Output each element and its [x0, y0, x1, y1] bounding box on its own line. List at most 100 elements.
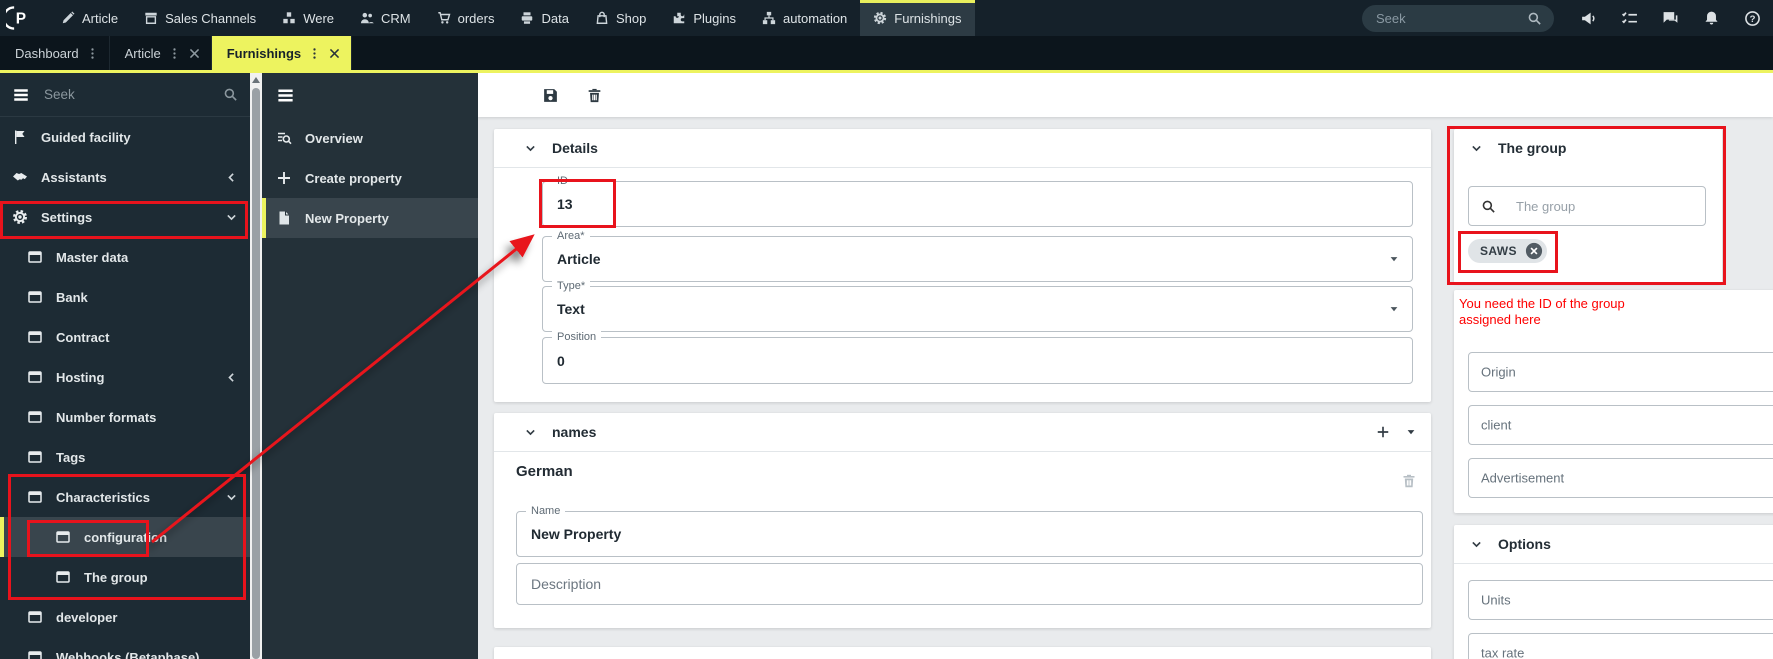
global-search[interactable]: [1362, 4, 1554, 32]
sidebar-item-developer[interactable]: developer: [0, 597, 250, 637]
sidebar-item-master-data[interactable]: Master data: [0, 237, 250, 277]
sidebar-search[interactable]: [0, 73, 250, 117]
dropdown-caret-icon[interactable]: [1388, 303, 1400, 315]
sidebar-search-input[interactable]: [42, 86, 211, 103]
nav-item-overview[interactable]: Overview: [262, 118, 478, 158]
delete-icon[interactable]: [586, 87, 603, 104]
units-field[interactable]: Units: [1468, 580, 1773, 620]
group-search[interactable]: [1468, 186, 1706, 226]
search-icon[interactable]: [223, 87, 238, 102]
sidebar-item-tags[interactable]: Tags: [0, 437, 250, 477]
id-field[interactable]: ID 13: [542, 175, 1413, 227]
window-icon: [27, 329, 43, 345]
nav-item-create-property[interactable]: Create property: [262, 158, 478, 198]
next-section-card: [494, 647, 1431, 659]
sidebar-item-hosting[interactable]: Hosting: [0, 357, 250, 397]
scrollbar-up-arrow[interactable]: [252, 77, 260, 83]
chevron-down-icon: [225, 491, 238, 504]
client-field[interactable]: client: [1468, 405, 1773, 445]
chevron-down-icon[interactable]: [1470, 538, 1483, 551]
group-chip-saws[interactable]: SAWS: [1468, 239, 1547, 263]
origin-field[interactable]: Origin: [1468, 352, 1773, 392]
window-icon: [27, 369, 43, 385]
description-field[interactable]: Description: [516, 563, 1423, 605]
topnav-data[interactable]: Data: [507, 0, 581, 36]
language-heading: German: [516, 463, 573, 480]
chat-icon[interactable]: [1662, 10, 1679, 27]
sidebar-item-the-group[interactable]: The group: [0, 557, 250, 597]
window-icon: [55, 569, 71, 585]
megaphone-icon[interactable]: [1580, 10, 1597, 27]
sidebar-item-bank[interactable]: Bank: [0, 277, 250, 317]
annotation-note: You need the ID of the group assigned he…: [1459, 296, 1625, 327]
type-select[interactable]: Type* Text: [542, 280, 1413, 332]
tab-article[interactable]: Article: [110, 36, 212, 70]
close-icon[interactable]: [328, 47, 341, 60]
plus-icon: [276, 170, 292, 186]
window-icon: [27, 449, 43, 465]
topnav-orders[interactable]: orders: [424, 0, 508, 36]
tab-menu-icon[interactable]: [86, 47, 99, 60]
section-title: The group: [1498, 140, 1567, 156]
menu-icon[interactable]: [12, 86, 30, 104]
group-header[interactable]: The group: [1454, 129, 1722, 167]
options-header[interactable]: Options: [1454, 525, 1773, 564]
chevron-down-icon[interactable]: [524, 142, 537, 155]
caret-down-icon[interactable]: [1405, 426, 1417, 438]
position-field[interactable]: Position 0: [542, 331, 1413, 384]
cart-icon: [437, 11, 451, 25]
name-field[interactable]: Name New Property: [516, 505, 1423, 557]
window-icon: [27, 649, 43, 659]
app-logo[interactable]: P: [0, 0, 48, 36]
topnav-were[interactable]: Were: [269, 0, 347, 36]
window-icon: [27, 289, 43, 305]
names-header[interactable]: names: [494, 413, 1431, 452]
sidebar-item-settings[interactable]: Settings: [0, 197, 250, 237]
save-icon[interactable]: [542, 87, 559, 104]
chevron-left-icon: [225, 371, 238, 384]
close-icon[interactable]: [188, 47, 201, 60]
sidebar-item-assistants[interactable]: Assistants: [0, 157, 250, 197]
topbar-actions: [1568, 0, 1773, 36]
tab-menu-icon[interactable]: [308, 47, 321, 60]
menu-icon[interactable]: [276, 86, 295, 105]
tab-furnishings[interactable]: Furnishings: [211, 36, 353, 70]
sidebar-item-webhooks[interactable]: Webhooks (Betaphase): [0, 637, 250, 659]
delete-name-icon[interactable]: [1401, 473, 1417, 489]
chevron-down-icon[interactable]: [1470, 142, 1483, 155]
tab-menu-icon[interactable]: [168, 47, 181, 60]
group-search-input[interactable]: [1514, 197, 1695, 215]
topnav-automation[interactable]: automation: [749, 0, 860, 36]
users-icon: [360, 11, 374, 25]
printer-icon: [520, 11, 534, 25]
dropdown-caret-icon[interactable]: [1388, 253, 1400, 265]
scrollbar-thumb[interactable]: [252, 88, 260, 659]
global-search-input[interactable]: [1374, 9, 1527, 27]
sidebar-item-characteristics[interactable]: Characteristics: [0, 477, 250, 517]
sidebar-item-number-formats[interactable]: Number formats: [0, 397, 250, 437]
sidebar-item-contract[interactable]: Contract: [0, 317, 250, 357]
topnav-article[interactable]: Article: [48, 0, 131, 36]
sidebar-item-guided-facility[interactable]: Guided facility: [0, 117, 250, 157]
advertisement-field[interactable]: Advertisement: [1468, 458, 1773, 498]
bell-icon[interactable]: [1703, 10, 1720, 27]
chip-remove-icon[interactable]: [1525, 242, 1543, 260]
help-icon[interactable]: [1744, 10, 1761, 27]
topnav-crm[interactable]: CRM: [347, 0, 424, 36]
sidebar-scrollbar[interactable]: [250, 73, 262, 659]
checklist-icon[interactable]: [1621, 10, 1638, 27]
topnav-plugins[interactable]: Plugins: [659, 0, 749, 36]
topnav-furnishings[interactable]: Furnishings: [860, 0, 975, 36]
area-select[interactable]: Area* Article: [542, 230, 1413, 282]
active-tab-underline: [0, 70, 1773, 73]
details-header[interactable]: Details: [494, 129, 1431, 168]
tab-dashboard[interactable]: Dashboard: [0, 36, 110, 70]
tax-rate-field[interactable]: tax rate: [1468, 633, 1773, 659]
add-name-icon[interactable]: [1376, 425, 1390, 439]
nav-item-new-property[interactable]: New Property: [262, 198, 478, 238]
chevron-down-icon[interactable]: [524, 426, 537, 439]
topnav-sales-channels[interactable]: Sales Channels: [131, 0, 269, 36]
sidebar-item-configuration[interactable]: configuration: [0, 517, 250, 557]
topnav-shop[interactable]: Shop: [582, 0, 659, 36]
pencil-icon: [61, 11, 75, 25]
